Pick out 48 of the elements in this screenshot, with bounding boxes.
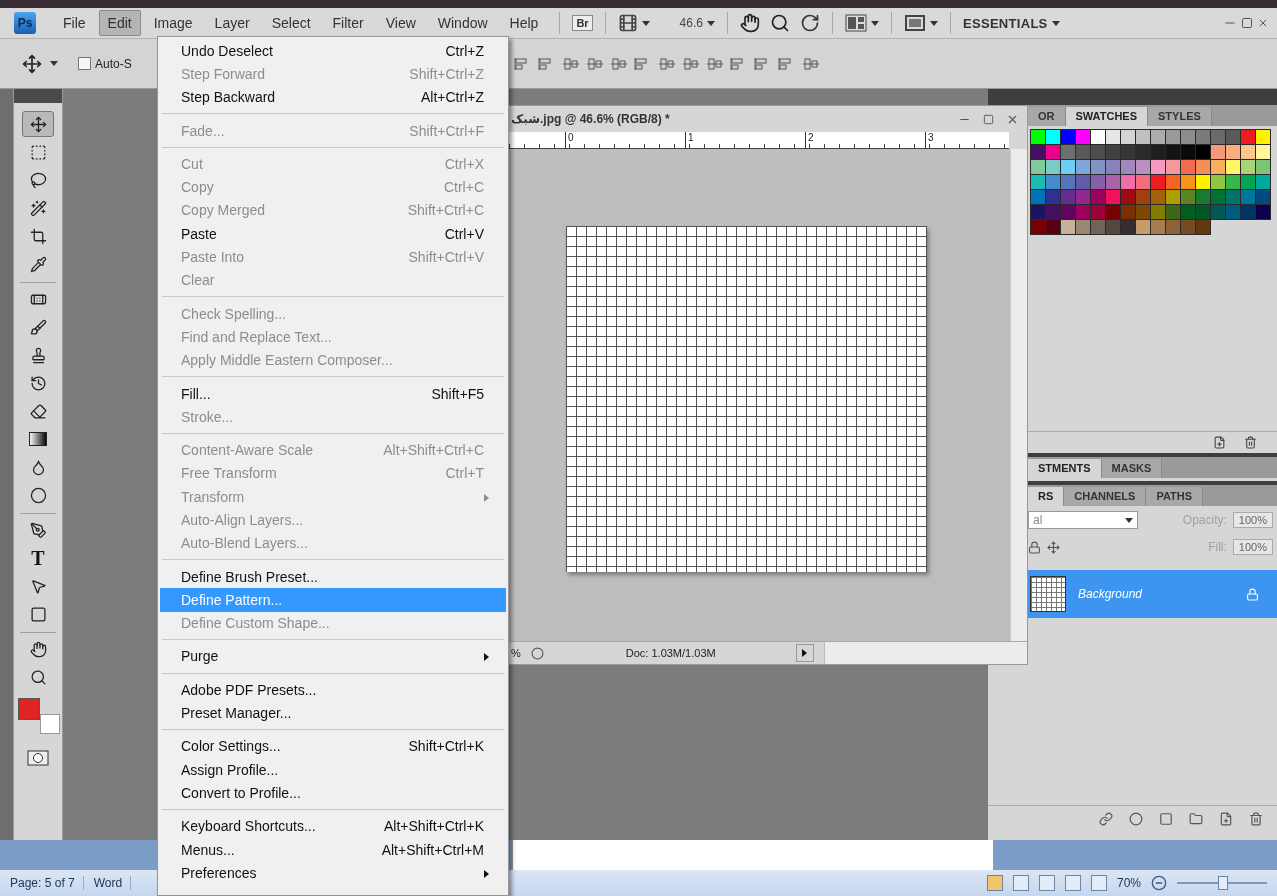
menu-title[interactable]: View xyxy=(376,10,425,36)
ruler: 0 1 2 3 xyxy=(509,132,1009,149)
menu-title[interactable]: Layer xyxy=(205,10,259,36)
menu-item[interactable]: Undo Deselect Ctrl+Z xyxy=(160,39,506,63)
menu-title[interactable]: Help xyxy=(500,10,548,36)
menu-title[interactable]: File xyxy=(54,10,95,36)
document-size: Doc: 1.03M/1.03M xyxy=(625,647,717,659)
panel-tab[interactable]: STMENTS xyxy=(1028,459,1102,478)
menu-item[interactable]: Keyboard Shortcuts... Alt+Shift+Ctrl+K xyxy=(160,814,506,838)
layer-name: Background xyxy=(1078,587,1143,601)
menu-item[interactable]: Paste Ctrl+V xyxy=(160,222,506,246)
menu-item[interactable]: Step Backward Alt+Ctrl+Z xyxy=(160,85,506,109)
fill-field[interactable]: 100% xyxy=(1232,539,1273,555)
word-count: Word xyxy=(93,876,132,890)
menu-title[interactable]: Filter xyxy=(323,10,373,36)
panel-tab[interactable]: SWATCHES xyxy=(1065,107,1149,126)
zoom-field[interactable]: % xyxy=(511,647,521,659)
panel-tab[interactable]: CHANNELS xyxy=(1064,487,1147,506)
checkbox-label: Auto-S xyxy=(95,56,132,71)
panel-tab[interactable]: OR xyxy=(1028,107,1066,126)
document-title: شبک.jpg @ 46.6% (RGB/8) * xyxy=(511,112,670,126)
workspace-switcher[interactable]: ESSENTIALS xyxy=(962,15,1048,31)
menu-item[interactable]: Fill... Shift+F5 xyxy=(160,381,506,406)
menu-item[interactable]: Color Settings... Shift+Ctrl+K xyxy=(160,734,506,758)
bridge-button[interactable]: Br xyxy=(572,15,593,31)
menu-item[interactable]: Convert to Profile... xyxy=(160,781,506,805)
menu-item[interactable]: Adobe PDF Presets... xyxy=(160,678,506,702)
panel-tab[interactable]: MASKS xyxy=(1101,459,1163,478)
blend-mode-dropdown[interactable]: al xyxy=(1028,511,1138,529)
menu-title[interactable]: Edit xyxy=(98,10,141,36)
menu-item[interactable]: Define Brush Preset... xyxy=(160,564,506,589)
type-tool-button[interactable]: T xyxy=(22,545,54,571)
app-logo[interactable]: Ps xyxy=(14,12,36,34)
opacity-field[interactable]: 100% xyxy=(1232,512,1273,528)
menu-title[interactable]: Select xyxy=(262,10,320,36)
menu-item[interactable]: Purge xyxy=(160,644,506,669)
panel-tab[interactable]: STYLES xyxy=(1148,107,1212,126)
menu-item[interactable]: Preset Manager... xyxy=(160,701,506,725)
menu-item[interactable]: Preferences xyxy=(160,861,506,885)
menu-title[interactable]: Window xyxy=(428,10,497,36)
menu-item[interactable]: Menus... Alt+Shift+Ctrl+M xyxy=(160,837,506,862)
zoom-level[interactable]: 46.6 xyxy=(679,16,703,30)
page-count: Page: 5 of 7 xyxy=(10,876,84,890)
menu-item[interactable]: Assign Profile... xyxy=(160,758,506,782)
panel-tab[interactable]: RS xyxy=(1028,487,1065,506)
menu-title[interactable]: Image xyxy=(144,10,202,36)
zoom-percent: 70% xyxy=(1116,876,1141,890)
panel-tab[interactable]: PATHS xyxy=(1146,487,1204,506)
